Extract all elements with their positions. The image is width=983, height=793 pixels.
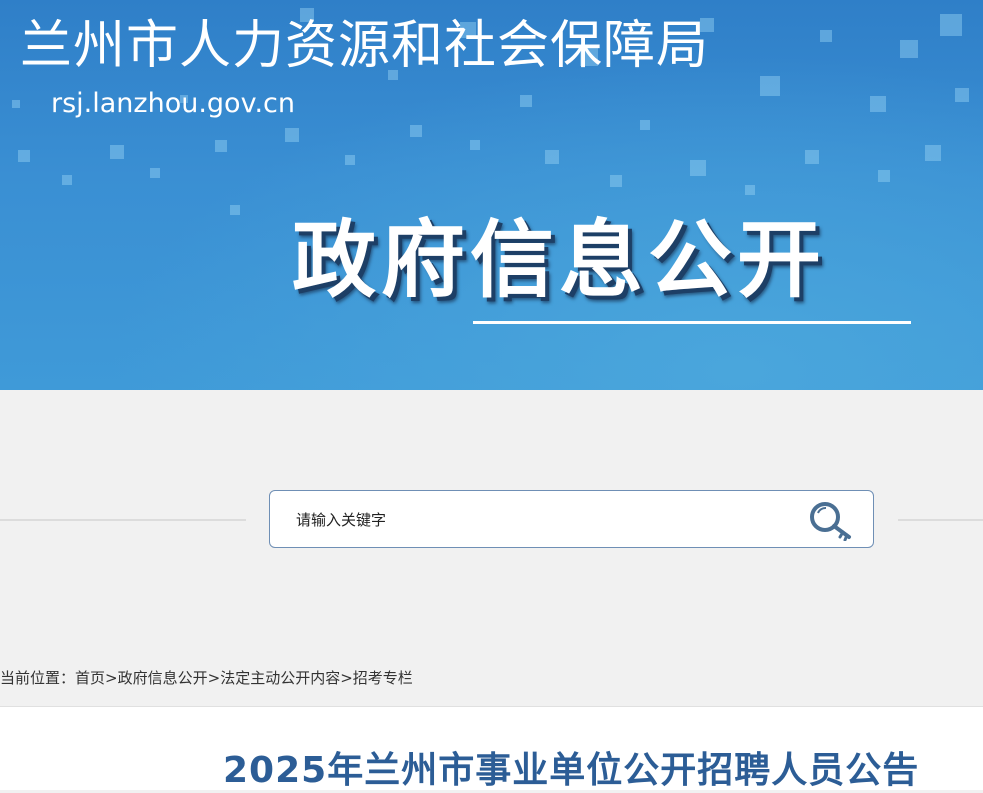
decor-square: [640, 120, 650, 130]
decor-square: [610, 175, 622, 187]
decor-square: [745, 185, 755, 195]
breadcrumb-separator: >: [340, 669, 353, 687]
decor-square: [878, 170, 890, 182]
agency-name: 兰州市人力资源和社会保障局: [20, 16, 710, 76]
search-key-icon: [810, 502, 851, 542]
decor-square: [410, 125, 422, 137]
breadcrumb-prefix: 当前位置：: [0, 669, 76, 687]
decor-square: [110, 145, 124, 159]
decor-square: [470, 140, 480, 150]
decor-square: [18, 150, 30, 162]
title-underline: [473, 321, 911, 324]
decor-square: [215, 140, 227, 152]
search-button[interactable]: [807, 499, 859, 542]
decor-square: [925, 145, 941, 161]
decor-square: [230, 205, 240, 215]
decor-square: [545, 150, 559, 164]
decor-square: [955, 88, 969, 102]
decor-square: [690, 160, 706, 176]
breadcrumb-separator: >: [207, 669, 221, 687]
decor-square: [940, 14, 962, 36]
breadcrumb-item-gov-info[interactable]: 政府信息公开: [118, 669, 208, 687]
decor-square: [62, 175, 72, 185]
search-input[interactable]: [294, 505, 778, 535]
breadcrumb-item-statutory[interactable]: 法定主动公开内容: [220, 669, 340, 687]
breadcrumb: 当前位置：首页>政府信息公开>法定主动公开内容>招考专栏: [0, 667, 413, 688]
decor-square: [760, 76, 780, 96]
decor-square: [820, 30, 832, 42]
search-box: [269, 490, 874, 548]
divider-right: [898, 519, 983, 521]
breadcrumb-item-home[interactable]: 首页: [75, 669, 105, 687]
decor-square: [150, 168, 160, 178]
breadcrumb-separator: >: [105, 669, 118, 687]
divider-left: [0, 519, 246, 521]
agency-domain: rsj.lanzhou.gov.cn: [51, 88, 295, 119]
decor-square: [520, 95, 532, 107]
decor-square: [12, 100, 20, 108]
article-content: 2025年兰州市事业单位公开招聘人员公告: [0, 706, 983, 791]
section-title: 政府信息公开: [292, 211, 827, 309]
decor-square: [870, 96, 886, 112]
header-banner: 兰州市人力资源和社会保障局 rsj.lanzhou.gov.cn 政府信息公开: [0, 0, 983, 390]
article-title: 2025年兰州市事业单位公开招聘人员公告: [223, 750, 920, 791]
decor-square: [285, 128, 299, 142]
decor-square: [805, 150, 819, 164]
breadcrumb-item-recruitment[interactable]: 招考专栏: [353, 669, 413, 687]
decor-square: [900, 40, 918, 58]
decor-square: [345, 155, 355, 165]
